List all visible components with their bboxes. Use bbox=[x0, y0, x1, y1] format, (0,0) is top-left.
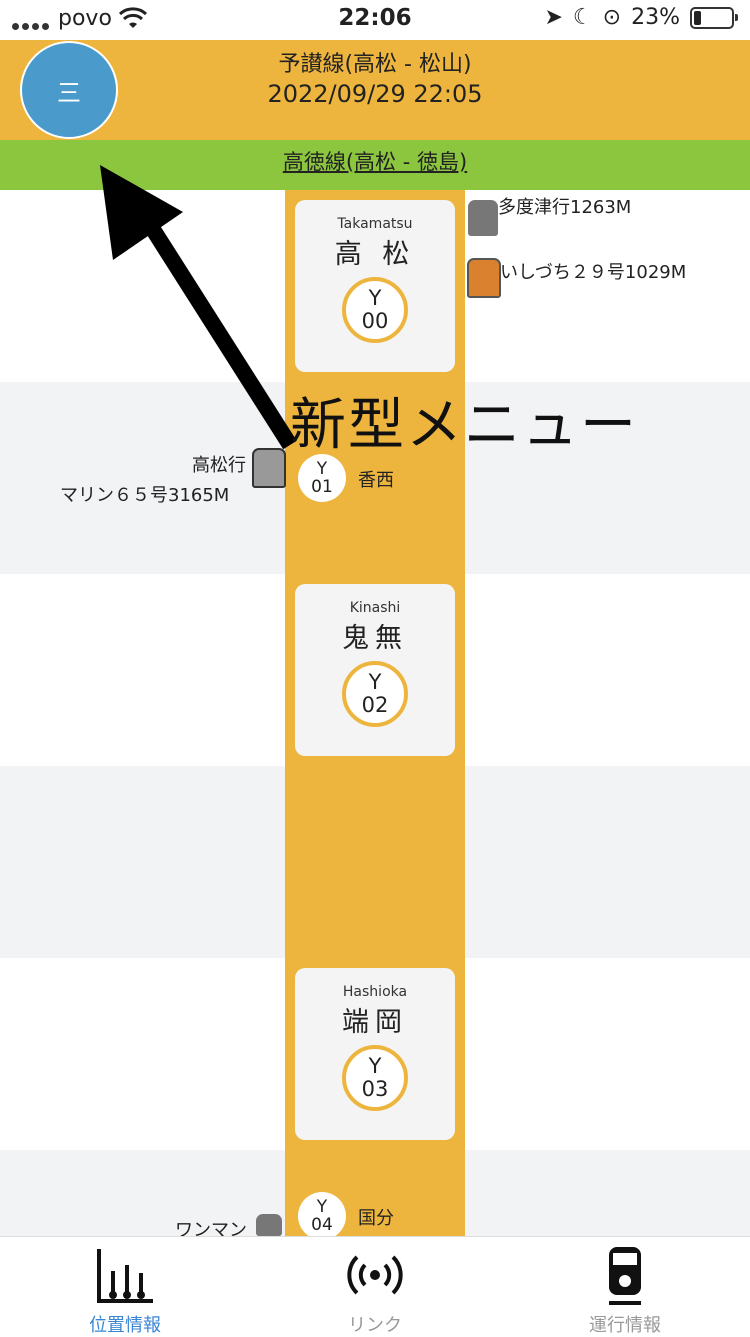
small-station-badge[interactable]: Y 01 bbox=[298, 454, 346, 502]
tab-location[interactable]: 位置情報 bbox=[0, 1237, 250, 1336]
station-jp-name: 端岡 bbox=[342, 1007, 408, 1038]
small-station-name[interactable]: 国分 bbox=[358, 1204, 394, 1230]
station-jp-name: 鬼無 bbox=[342, 623, 408, 654]
train-label[interactable]: 多度津行1263M bbox=[498, 193, 631, 219]
train-icon[interactable] bbox=[468, 200, 498, 236]
station-jp-name: 高 松 bbox=[334, 239, 416, 270]
station-code-number: 02 bbox=[361, 693, 389, 717]
menu-button[interactable]: 三 bbox=[20, 41, 118, 139]
train-label[interactable]: いしづち２９号1029M bbox=[500, 258, 686, 284]
tab-operation[interactable]: 運行情報 bbox=[500, 1237, 750, 1336]
battery-percent: 23% bbox=[631, 5, 680, 30]
station-card-kinashi[interactable]: Kinashi 鬼無 Y 02 bbox=[295, 584, 455, 756]
train-icon bbox=[609, 1247, 641, 1305]
chart-bars-icon bbox=[97, 1249, 153, 1303]
status-bar: povo 22:06 ➤ ☾ ⊙ 23% bbox=[0, 0, 750, 40]
tab-label: 運行情報 bbox=[589, 1315, 661, 1336]
station-en-name: Kinashi bbox=[349, 600, 401, 616]
station-number-badge: Y 02 bbox=[342, 661, 408, 727]
rotation-lock-icon: ⊙ bbox=[602, 5, 622, 30]
station-code-number: 03 bbox=[361, 1077, 389, 1101]
station-code-letter: Y bbox=[368, 1054, 382, 1078]
station-card-takamatsu[interactable]: Takamatsu 高 松 Y 00 bbox=[295, 200, 455, 372]
broadcast-icon bbox=[347, 1255, 403, 1295]
station-en-name: Hashioka bbox=[342, 984, 408, 1000]
small-station-badge[interactable]: Y 04 bbox=[298, 1192, 346, 1240]
train-label[interactable]: マリン６５号3165M bbox=[60, 481, 229, 507]
tab-bar: 位置情報 リンク 運行情報 bbox=[0, 1236, 750, 1336]
status-right: ➤ ☾ ⊙ 23% bbox=[544, 5, 738, 30]
station-number-badge: Y 03 bbox=[342, 1045, 408, 1111]
station-code-letter: Y bbox=[316, 459, 328, 479]
station-card-hashioka[interactable]: Hashioka 端岡 Y 03 bbox=[295, 968, 455, 1140]
small-station-name[interactable]: 香西 bbox=[358, 466, 394, 492]
battery-icon bbox=[690, 6, 738, 29]
station-code-letter: Y bbox=[368, 670, 382, 694]
station-en-name: Takamatsu bbox=[337, 216, 413, 232]
train-icon[interactable] bbox=[467, 258, 501, 298]
station-code-letter: Y bbox=[316, 1197, 328, 1217]
station-code-letter: Y bbox=[368, 286, 382, 310]
station-number-badge: Y 00 bbox=[342, 277, 408, 343]
train-icon[interactable] bbox=[256, 1214, 282, 1236]
arrow-icon bbox=[100, 165, 297, 450]
tab-link[interactable]: リンク bbox=[250, 1237, 500, 1336]
station-code-number: 00 bbox=[361, 309, 389, 333]
tab-label: 位置情報 bbox=[89, 1315, 161, 1336]
moon-icon: ☾ bbox=[572, 5, 593, 30]
location-icon: ➤ bbox=[544, 5, 563, 30]
station-code-number: 04 bbox=[311, 1215, 333, 1235]
station-code-number: 01 bbox=[311, 477, 333, 497]
tab-label: リンク bbox=[348, 1315, 402, 1336]
annotation-text: 新型メニュー bbox=[290, 393, 638, 458]
